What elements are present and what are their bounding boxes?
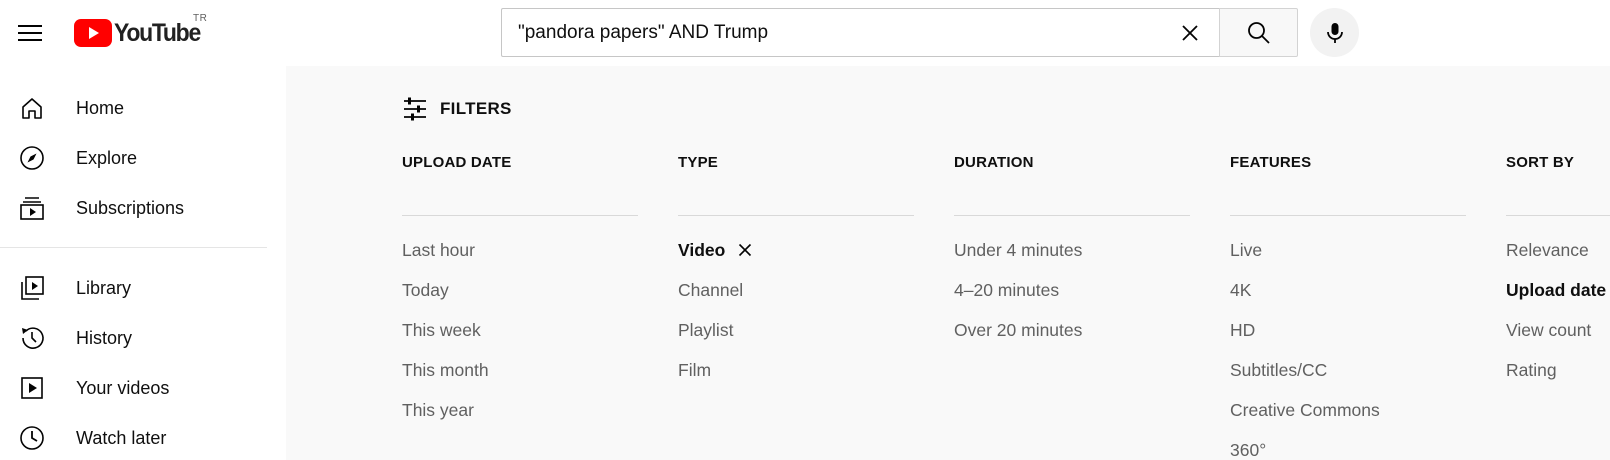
sidebar-item-your-videos[interactable]: Your videos [0, 366, 286, 410]
filter-option[interactable]: Channel [678, 270, 914, 310]
filter-option[interactable]: View count [1506, 310, 1610, 350]
filter-option[interactable]: Film [678, 350, 914, 390]
sidebar-item-label: Subscriptions [76, 197, 185, 218]
library-icon [21, 276, 44, 300]
history-icon [22, 327, 44, 349]
sidebar-item-label: Your videos [76, 377, 170, 398]
filter-group-title: FEATURES [1230, 154, 1466, 216]
sidebar-item-library[interactable]: Library [0, 266, 286, 310]
search-filters-panel: FILTERS UPLOAD DATE Last hour Today This… [286, 66, 1610, 460]
menu-icon[interactable] [14, 17, 46, 49]
filter-option[interactable]: This year [402, 390, 638, 430]
filter-group-sort-by: SORT BY Relevance Upload date View count… [1506, 154, 1610, 390]
voice-search-button[interactable] [1310, 8, 1359, 57]
filter-option-label: Video [678, 240, 726, 260]
filter-option[interactable]: 360° [1230, 430, 1466, 460]
sidebar-item-label: History [76, 327, 133, 348]
sidebar-item-explore[interactable]: Explore [0, 136, 286, 180]
filter-group-title: UPLOAD DATE [402, 154, 638, 216]
sidebar: Home Explore Subscriptions Library Histo [0, 66, 286, 460]
subscriptions-icon [20, 197, 44, 220]
filter-group-upload-date: UPLOAD DATE Last hour Today This week Th… [402, 154, 638, 430]
sidebar-item-label: Library [76, 277, 132, 298]
filter-group-title: SORT BY [1506, 154, 1610, 216]
filter-option[interactable]: 4K [1230, 270, 1466, 310]
tune-icon [404, 97, 426, 121]
filter-option[interactable]: This month [402, 350, 638, 390]
youtube-play-logo-icon [74, 19, 112, 47]
filter-option[interactable]: Playlist [678, 310, 914, 350]
sidebar-item-watch-later[interactable]: Watch later [0, 416, 286, 460]
filter-option-selected[interactable]: Upload date [1506, 270, 1610, 310]
filter-option[interactable]: HD [1230, 310, 1466, 350]
filters-label: FILTERS [440, 99, 512, 118]
clear-search-icon[interactable] [1176, 19, 1204, 47]
filter-option-selected[interactable]: Video [678, 230, 914, 270]
youtube-logo[interactable]: YouTube [74, 18, 207, 48]
filter-option[interactable]: Live [1230, 230, 1466, 270]
filter-option[interactable]: 4–20 minutes [954, 270, 1190, 310]
filters-button[interactable]: FILTERS [402, 94, 512, 124]
filter-option[interactable]: Relevance [1506, 230, 1610, 270]
filter-group-title: DURATION [954, 154, 1190, 216]
filter-option[interactable]: Today [402, 270, 638, 310]
masthead: YouTube TR [0, 0, 1610, 66]
microphone-icon [1326, 22, 1343, 43]
search-button[interactable] [1219, 8, 1298, 57]
sidebar-item-label: Explore [76, 147, 138, 168]
region-code: TR [193, 13, 208, 24]
sidebar-item-subscriptions[interactable]: Subscriptions [0, 186, 286, 230]
play-icon [21, 377, 43, 399]
search-input[interactable] [518, 9, 1148, 56]
home-icon [22, 98, 42, 119]
filter-option[interactable]: Under 4 minutes [954, 230, 1190, 270]
filter-option[interactable]: Creative Commons [1230, 390, 1466, 430]
search-icon [1247, 21, 1270, 44]
filter-option[interactable]: Over 20 minutes [954, 310, 1190, 350]
compass-icon [20, 146, 44, 170]
filter-option[interactable]: This week [402, 310, 638, 350]
sidebar-item-label: Watch later [76, 427, 167, 448]
filter-group-features: FEATURES Live 4K HD Subtitles/CC Creativ… [1230, 154, 1466, 460]
filter-group-duration: DURATION Under 4 minutes 4–20 minutes Ov… [954, 154, 1190, 350]
remove-filter-icon[interactable] [738, 243, 752, 257]
search-box [501, 8, 1219, 57]
sidebar-item-label: Home [76, 97, 125, 118]
sidebar-divider [0, 247, 267, 248]
clock-icon [20, 426, 44, 450]
filter-option[interactable]: Subtitles/CC [1230, 350, 1466, 390]
filter-group-title: TYPE [678, 154, 914, 216]
filter-option[interactable]: Rating [1506, 350, 1610, 390]
sidebar-item-home[interactable]: Home [0, 86, 286, 130]
filter-option[interactable]: Last hour [402, 230, 638, 270]
filter-group-type: TYPE Video Channel Playlist Film [678, 154, 914, 390]
sidebar-item-history[interactable]: History [0, 316, 286, 360]
logo-text: YouTube [114, 18, 201, 47]
